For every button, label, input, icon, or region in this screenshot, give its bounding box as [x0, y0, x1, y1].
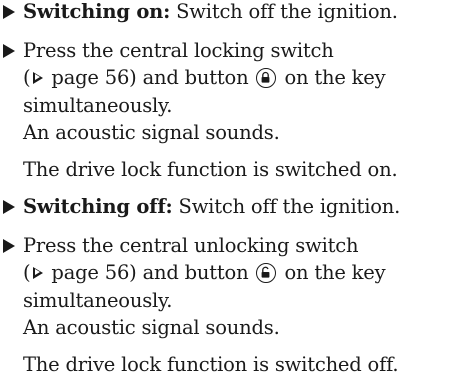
bullet-triangle-icon	[3, 200, 15, 214]
instruction-step-page-ref-line: ( page 56) and button on the key	[23, 66, 386, 90]
instruction-step-text: Press the central locking switch	[23, 39, 334, 62]
page-ref-after: on the key	[278, 66, 386, 89]
step-text: Switch off the ignition.	[170, 0, 398, 23]
bullet-triangle-icon	[3, 5, 15, 19]
paren-open: (	[23, 66, 31, 89]
bullet-triangle-icon	[3, 44, 15, 58]
instruction-step-switching-on: Switching on: Switch off the ignition.	[23, 0, 398, 24]
lock-icon	[256, 68, 277, 88]
instruction-step-text: Press the central unlocking switch	[23, 234, 359, 257]
page-reference: page 56) and button	[45, 66, 255, 89]
result-text: An acoustic signal sounds.	[23, 316, 280, 339]
step-label: Switching on:	[23, 0, 171, 23]
result-text: The drive lock function is switched on.	[23, 158, 398, 181]
step-label: Switching off:	[23, 195, 173, 218]
step-text: Switch off the ignition.	[172, 195, 401, 218]
bullet-triangle-icon	[3, 239, 15, 253]
result-text: An acoustic signal sounds.	[23, 121, 280, 144]
page-reference: page 56) and button	[45, 261, 255, 284]
instruction-step-switching-off: Switching off: Switch off the ignition.	[23, 195, 400, 219]
instruction-step-page-ref-line: ( page 56) and button on the key	[23, 261, 386, 285]
unlock-icon	[256, 263, 277, 283]
instruction-page: Switching on: Switch off the ignition. P…	[0, 0, 464, 382]
instruction-step-text: simultaneously.	[23, 94, 173, 117]
instruction-step-text: simultaneously.	[23, 289, 173, 312]
page-ref-after: on the key	[278, 261, 386, 284]
page-ref-triangle-icon	[33, 72, 44, 84]
result-text: The drive lock function is switched off.	[23, 353, 399, 376]
paren-open: (	[23, 261, 31, 284]
page-ref-triangle-icon	[33, 267, 44, 279]
